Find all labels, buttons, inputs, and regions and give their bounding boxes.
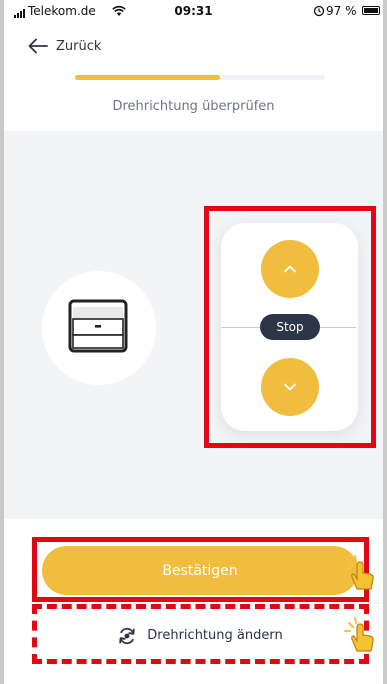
- progress-fill: [75, 75, 220, 80]
- arrow-left-icon: [28, 38, 48, 54]
- stop-button[interactable]: Stop: [260, 314, 320, 340]
- change-direction-button[interactable]: Drehrichtung ändern: [42, 611, 358, 660]
- change-direction-label: Drehrichtung ändern: [147, 628, 283, 643]
- chevron-up-icon: [284, 265, 296, 273]
- tap-hand-icon: [344, 617, 374, 652]
- alarm-icon: [313, 5, 325, 17]
- back-button[interactable]: Zurück: [28, 36, 101, 56]
- garage-door-icon: [68, 299, 128, 353]
- chevron-down-icon: [284, 383, 296, 391]
- back-label: Zurück: [56, 38, 102, 54]
- battery-percentage: 97 %: [326, 4, 357, 18]
- status-bar: Telekom.de 09:31 97 %: [0, 0, 387, 24]
- close-down-button[interactable]: [261, 358, 319, 416]
- open-up-button[interactable]: [261, 240, 319, 298]
- progress-bar: [75, 75, 325, 80]
- rotate-icon: [119, 627, 135, 644]
- page-title: Drehrichtung überprüfen: [112, 99, 275, 114]
- confirm-button[interactable]: Bestätigen: [42, 546, 358, 595]
- tap-hand-icon: [344, 555, 374, 590]
- battery-icon: [362, 6, 380, 15]
